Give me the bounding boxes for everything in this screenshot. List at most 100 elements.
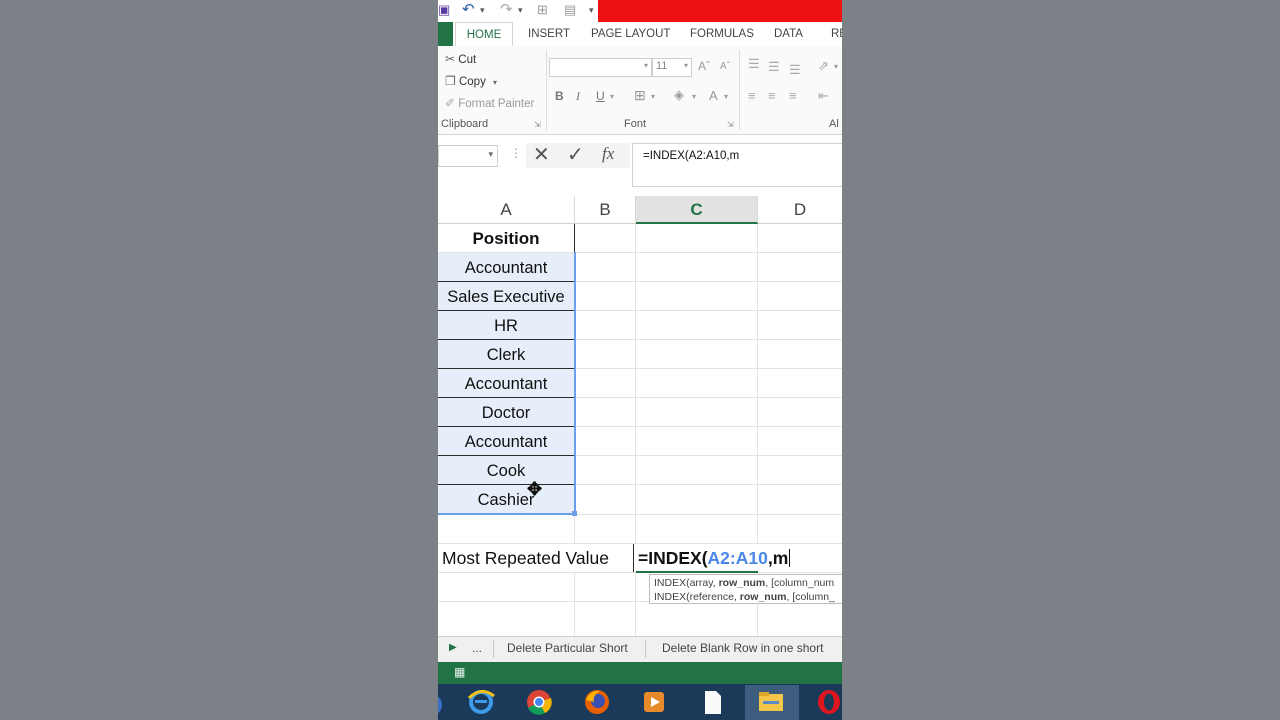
tab-insert[interactable]: INSERT	[528, 28, 570, 40]
clipboard-launcher-icon[interactable]: ⇲	[534, 120, 541, 129]
opera-icon[interactable]	[814, 688, 842, 716]
media-player-icon[interactable]	[639, 688, 669, 716]
group-separator	[739, 50, 740, 130]
move-cursor-icon: ✥	[527, 479, 543, 499]
cell-a2[interactable]: Accountant	[438, 253, 574, 283]
cell-a7[interactable]: Doctor	[438, 398, 574, 428]
tooltip-text: , [column_num	[765, 577, 835, 589]
active-cell-border	[636, 571, 758, 573]
font-launcher-icon[interactable]: ⇲	[727, 120, 734, 129]
macro-record-icon[interactable]: ▦	[454, 665, 465, 679]
cell-a3[interactable]: Sales Executive	[438, 282, 574, 312]
align-center-icon[interactable]: ≡	[768, 88, 776, 103]
font-size-box[interactable]: 11 ▾	[652, 58, 692, 77]
tab-formulas[interactable]: FORMULAS	[690, 28, 754, 40]
cell-a9[interactable]: Cook	[438, 456, 574, 486]
orientation-icon[interactable]: ⇗	[818, 58, 829, 74]
font-name-box[interactable]: ▾	[549, 58, 652, 77]
scroll-tabs-right-icon[interactable]: ▶	[449, 642, 457, 653]
cell-a8[interactable]: Accountant	[438, 427, 574, 457]
copy-button[interactable]: ❐ Copy ▾	[445, 74, 497, 88]
column-header-c[interactable]: C	[636, 196, 758, 224]
cancel-icon[interactable]: ✕	[533, 142, 550, 167]
tab-review[interactable]: RE	[831, 28, 842, 40]
borders-dropdown-icon[interactable]: ▾	[651, 92, 655, 101]
tab-home[interactable]: HOME	[455, 22, 513, 48]
customize-qat-icon[interactable]: ▾	[589, 5, 594, 16]
grow-font-icon[interactable]: Aˆ	[698, 59, 710, 73]
cell-a5[interactable]: Clerk	[438, 340, 574, 370]
document-icon[interactable]	[697, 688, 727, 716]
borders-icon[interactable]: ⊞	[537, 2, 548, 18]
sheet-tab-delete-particular[interactable]: Delete Particular Short	[507, 641, 628, 655]
tab-page-layout[interactable]: PAGE LAYOUT	[591, 28, 670, 40]
chevron-down-icon: ▾	[683, 61, 688, 70]
font-size-value: 11	[656, 60, 668, 72]
cell-a10[interactable]: Cashier	[438, 485, 574, 515]
bold-button[interactable]: B	[555, 89, 564, 103]
save-icon[interactable]: ▣	[438, 2, 450, 18]
cell-a4[interactable]: HR	[438, 311, 574, 341]
name-box[interactable]: ▾	[438, 145, 498, 167]
borders-icon[interactable]: ⊞	[634, 87, 646, 104]
italic-button[interactable]: I	[576, 89, 580, 104]
more-sheets-button[interactable]: ...	[472, 641, 482, 655]
enter-icon[interactable]: ✓	[567, 142, 584, 167]
align-right-icon[interactable]: ≡	[789, 88, 797, 103]
firefox-icon[interactable]	[582, 688, 612, 716]
align-middle-icon[interactable]: ☰	[768, 59, 780, 75]
cell-a6[interactable]: Accountant	[438, 369, 574, 399]
column-header-d[interactable]: D	[758, 196, 842, 224]
copy-label: Copy	[458, 76, 486, 88]
range-handle[interactable]	[572, 511, 577, 516]
align-bottom-icon[interactable]: ☰	[789, 62, 801, 78]
cut-label: Cut	[458, 54, 477, 66]
insert-function-button[interactable]: fx	[602, 144, 614, 164]
column-header-b[interactable]: B	[575, 196, 636, 224]
fill-dropdown-icon[interactable]: ▾	[692, 92, 696, 101]
form-icon[interactable]: ▤	[564, 2, 576, 18]
underline-button[interactable]: U	[596, 89, 605, 103]
formula-bar-grip-icon: ⋮	[510, 146, 522, 160]
align-top-icon[interactable]: ☰	[748, 56, 760, 72]
underline-dropdown-icon[interactable]: ▾	[610, 92, 614, 101]
header-cell-position[interactable]: Position	[438, 224, 575, 252]
grid-line	[635, 224, 636, 636]
tooltip-syntax-reference[interactable]: INDEX(reference, row_num, [column_	[654, 590, 842, 603]
tab-file[interactable]	[438, 22, 453, 46]
format-painter-button[interactable]: ✐ Format Painter	[445, 96, 534, 110]
tooltip-text: INDEX(reference,	[654, 591, 740, 603]
internet-explorer-icon[interactable]	[466, 688, 496, 716]
tooltip-text: , [column_	[786, 591, 835, 603]
redo-dropdown-icon[interactable]: ▾	[518, 5, 523, 16]
orientation-dropdown-icon[interactable]: ▾	[834, 62, 838, 71]
alignment-group-label: Al	[829, 118, 839, 130]
tooltip-syntax-array[interactable]: INDEX(array, row_num, [column_num	[654, 576, 842, 590]
tab-data[interactable]: DATA	[774, 28, 803, 40]
formula-edit-cell[interactable]: =INDEX(A2:A10,m	[635, 544, 842, 572]
formula-prefix: =INDEX(	[638, 548, 708, 568]
align-left-icon[interactable]: ≡	[748, 88, 756, 103]
sheet-tab-delete-blank-row[interactable]: Delete Blank Row in one short	[662, 641, 823, 655]
scissors-icon: ✂	[445, 52, 456, 66]
redo-icon[interactable]: ↷	[500, 0, 513, 18]
undo-dropdown-icon[interactable]: ▾	[480, 5, 485, 16]
formula-text: =INDEX(A2:A10,m	[643, 150, 740, 162]
font-color-dropdown-icon[interactable]: ▾	[724, 92, 728, 101]
label-cell-most-repeated[interactable]: Most Repeated Value	[438, 544, 634, 572]
undo-icon[interactable]: ↶	[462, 0, 475, 18]
fill-color-icon[interactable]: ◈	[674, 87, 684, 103]
chrome-icon[interactable]	[524, 688, 554, 716]
file-explorer-icon[interactable]	[756, 688, 786, 716]
tooltip-arg: row_num	[718, 577, 766, 589]
tab-separator	[645, 640, 646, 658]
formula-input[interactable]: =INDEX(A2:A10,m	[632, 143, 842, 187]
decrease-indent-icon[interactable]: ⇤	[818, 88, 829, 104]
font-color-icon[interactable]: A	[709, 88, 718, 103]
tab-separator	[493, 640, 494, 658]
column-header-a[interactable]: A	[438, 196, 575, 224]
copy-dropdown-icon[interactable]: ▾	[493, 78, 497, 87]
shrink-font-icon[interactable]: Aˇ	[720, 61, 730, 72]
text-caret	[789, 549, 791, 567]
cut-button[interactable]: ✂ Cut	[445, 52, 476, 66]
